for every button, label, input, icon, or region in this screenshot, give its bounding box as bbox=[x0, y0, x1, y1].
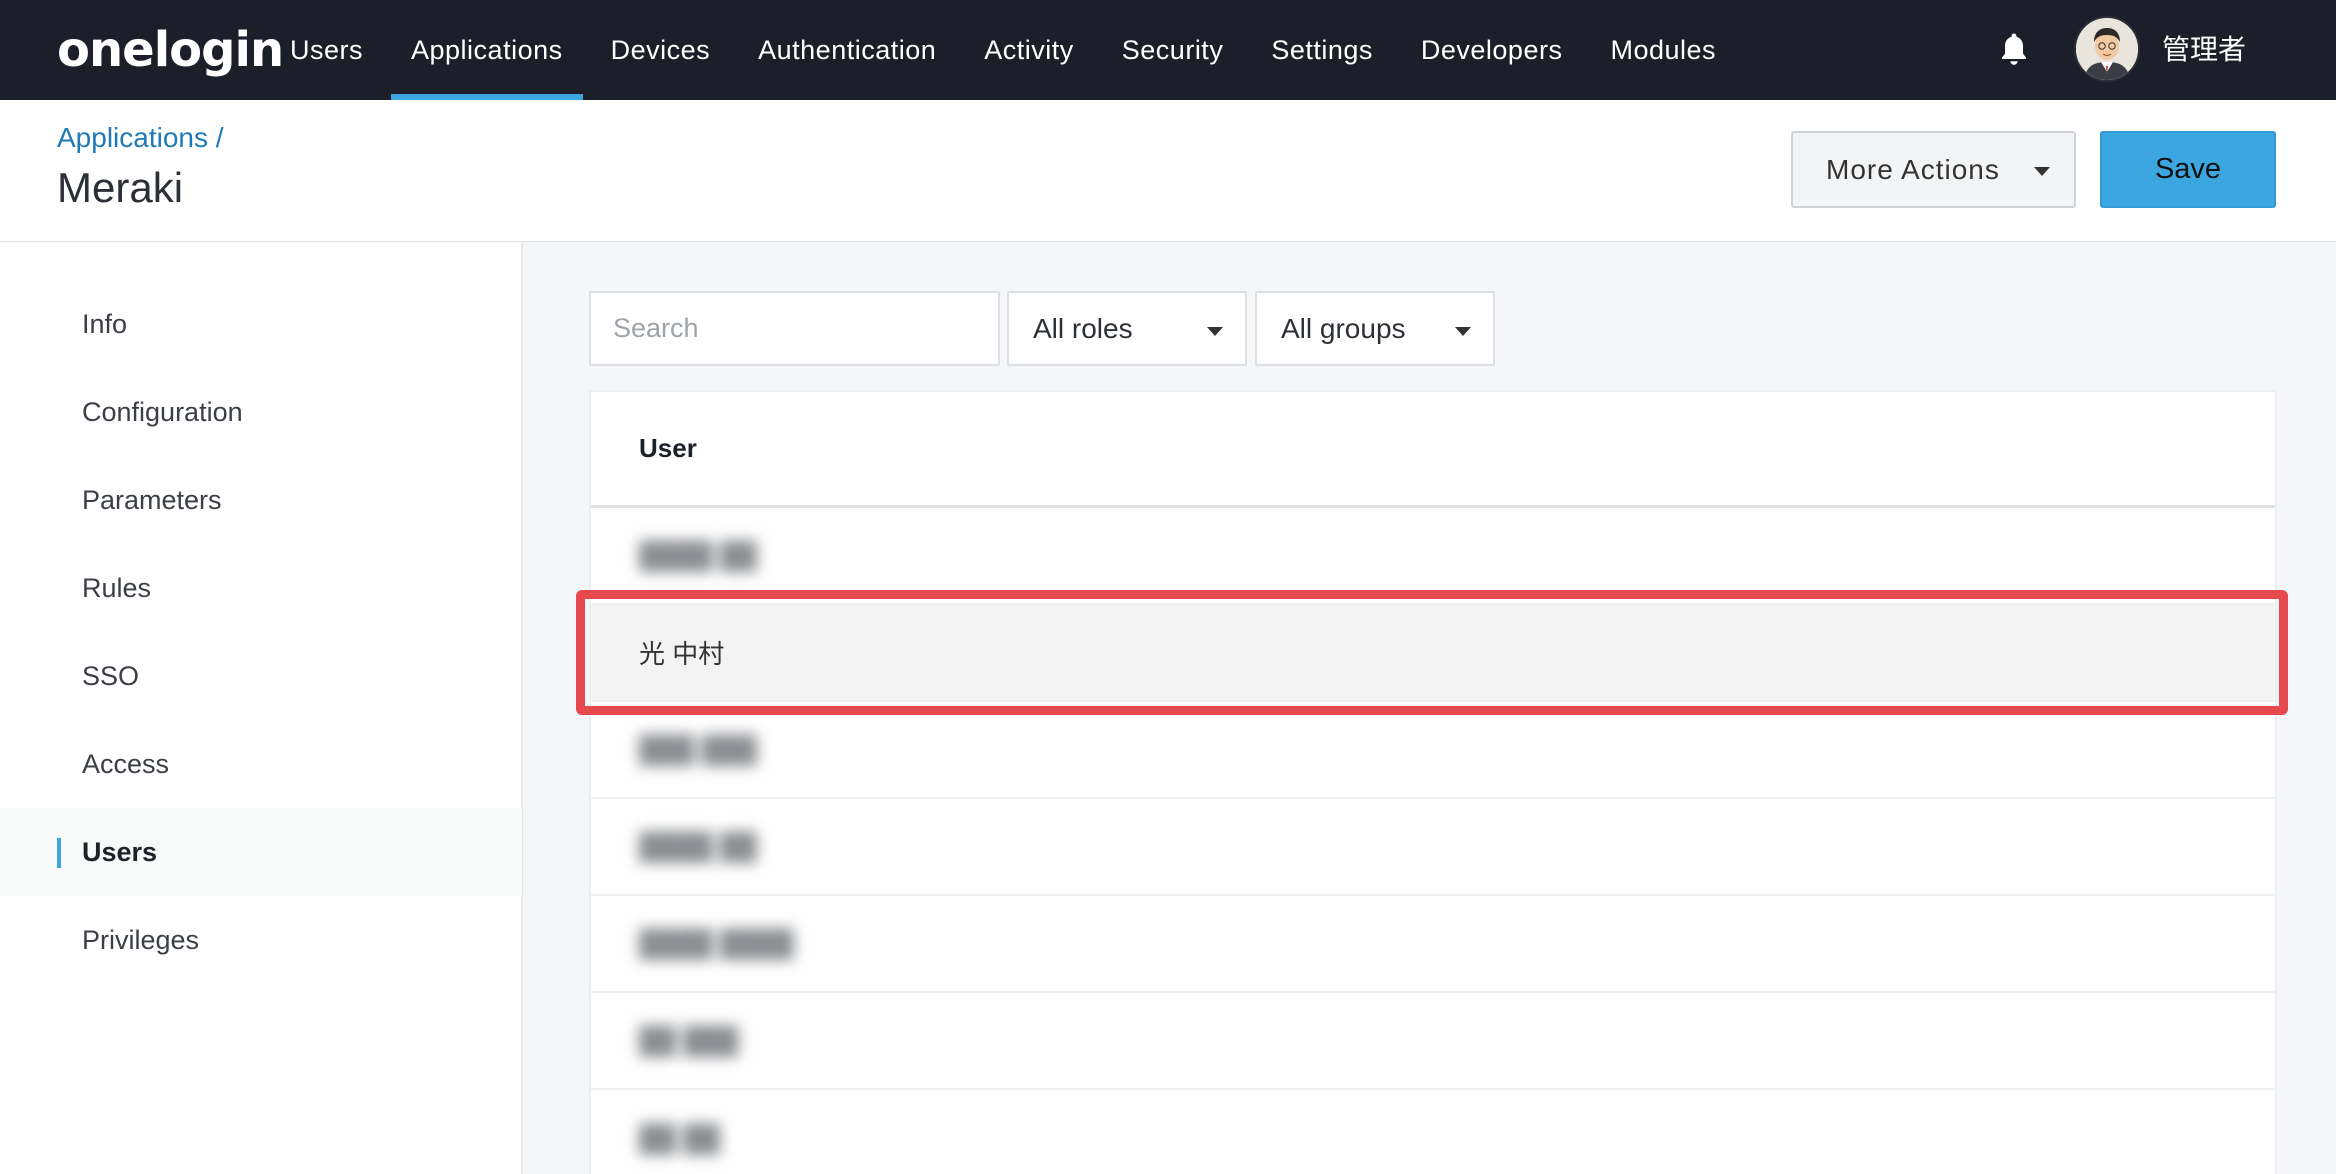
user-name-cell: 光 中村 bbox=[639, 639, 725, 669]
user-name-cell: ████ ██ bbox=[639, 540, 757, 570]
sidebar-item-configuration[interactable]: Configuration bbox=[0, 368, 522, 456]
table-row[interactable]: ████ ██ bbox=[591, 508, 2275, 605]
table-row[interactable]: ████ ██ bbox=[591, 799, 2275, 896]
nav-item-applications[interactable]: Applications bbox=[391, 0, 583, 100]
user-name-cell: ██ ███ bbox=[639, 1025, 739, 1055]
sidebar-item-parameters[interactable]: Parameters bbox=[0, 456, 522, 544]
nav-item-users[interactable]: Users bbox=[270, 0, 383, 100]
sidebar-item-info[interactable]: Info bbox=[0, 280, 522, 368]
save-button[interactable]: Save bbox=[2100, 131, 2276, 208]
app-sidebar: Info Configuration Parameters Rules SSO … bbox=[0, 243, 523, 1174]
page-title: Meraki bbox=[57, 164, 184, 211]
table-row[interactable]: ███ ███ bbox=[591, 702, 2275, 799]
table-row[interactable]: ██ ██ bbox=[591, 1090, 2275, 1174]
caret-down-icon bbox=[1207, 327, 1223, 336]
sidebar-item-privileges[interactable]: Privileges bbox=[0, 896, 522, 984]
sidebar-item-access[interactable]: Access bbox=[0, 720, 522, 808]
main-nav: Users Applications Devices Authenticatio… bbox=[270, 0, 1744, 100]
more-actions-label: More Actions bbox=[1826, 153, 2000, 185]
nav-item-developers[interactable]: Developers bbox=[1401, 0, 1583, 100]
search-input[interactable] bbox=[589, 291, 1000, 366]
roles-select[interactable]: All roles bbox=[1007, 291, 1247, 366]
page-header: Applications / Meraki More Actions Save bbox=[0, 100, 2336, 242]
nav-item-authentication[interactable]: Authentication bbox=[738, 0, 956, 100]
caret-down-icon bbox=[1455, 327, 1471, 336]
nav-item-devices[interactable]: Devices bbox=[591, 0, 731, 100]
sidebar-item-users[interactable]: Users bbox=[0, 808, 522, 896]
avatar-portrait-icon bbox=[2076, 18, 2138, 80]
more-actions-button[interactable]: More Actions bbox=[1791, 131, 2076, 208]
nav-item-security[interactable]: Security bbox=[1102, 0, 1244, 100]
sidebar-item-rules[interactable]: Rules bbox=[0, 544, 522, 632]
groups-select[interactable]: All groups bbox=[1255, 291, 1495, 366]
top-nav: onelogin Users Applications Devices Auth… bbox=[0, 0, 2336, 100]
breadcrumb[interactable]: Applications / bbox=[57, 122, 224, 154]
onelogin-logo[interactable]: onelogin bbox=[57, 22, 284, 78]
table-row[interactable]: ████ ████ bbox=[591, 896, 2275, 993]
caret-down-icon bbox=[2034, 167, 2050, 176]
user-name-cell: ████ ██ bbox=[639, 831, 757, 861]
user-name[interactable]: 管理者 bbox=[2162, 28, 2246, 68]
nav-item-activity[interactable]: Activity bbox=[964, 0, 1094, 100]
user-name-cell: ███ ███ bbox=[639, 734, 757, 764]
nav-item-settings[interactable]: Settings bbox=[1251, 0, 1393, 100]
table-row[interactable]: ██ ███ bbox=[591, 993, 2275, 1090]
table-row-selected[interactable]: 光 中村 bbox=[591, 605, 2275, 702]
column-header-user[interactable]: User bbox=[591, 392, 2275, 508]
groups-select-value: All groups bbox=[1281, 312, 1406, 344]
nav-item-modules[interactable]: Modules bbox=[1590, 0, 1736, 100]
users-table: User ████ ██ 光 中村 ███ ███ ████ ██ ████ █… bbox=[589, 390, 2277, 1174]
user-name-cell: ████ ████ bbox=[639, 928, 794, 958]
avatar[interactable] bbox=[2074, 16, 2140, 82]
sidebar-item-sso[interactable]: SSO bbox=[0, 632, 522, 720]
user-name-cell: ██ ██ bbox=[639, 1123, 720, 1153]
roles-select-value: All roles bbox=[1033, 312, 1133, 344]
bell-icon[interactable] bbox=[1996, 30, 2032, 70]
